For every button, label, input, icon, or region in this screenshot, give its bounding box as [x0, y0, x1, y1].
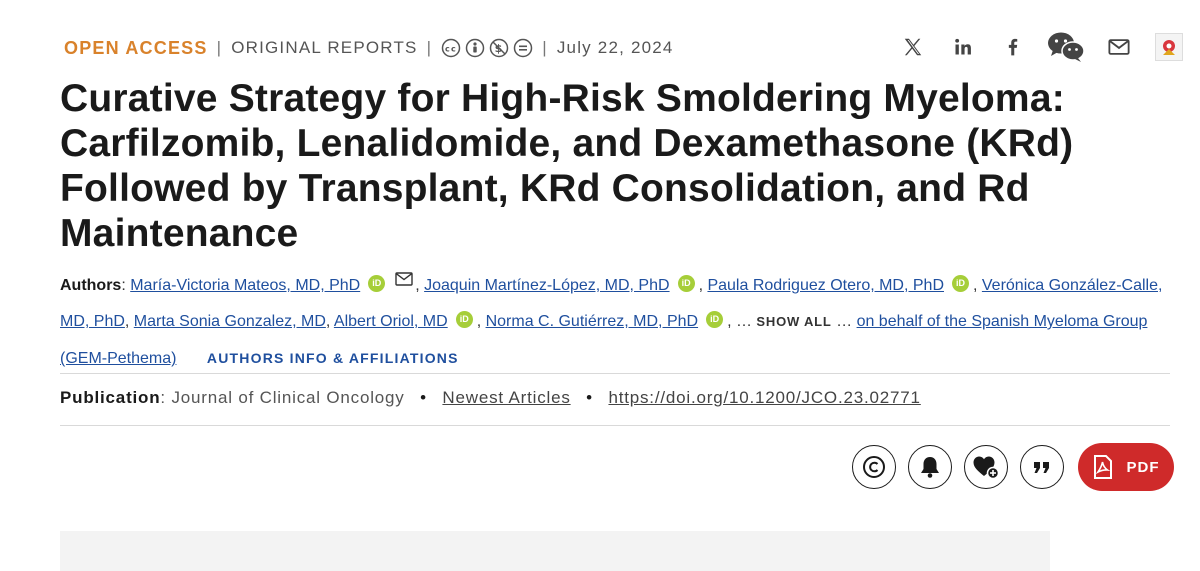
permissions-button[interactable] [852, 445, 896, 489]
meta-separator: | [426, 38, 433, 57]
pdf-label: PDF [1126, 458, 1160, 476]
mendeley-icon[interactable] [1152, 30, 1186, 64]
author-sep: , [727, 313, 736, 330]
authors-block: Authors: María-Victoria Mateos, MD, PhD i… [60, 268, 1168, 377]
quote-icon [1034, 462, 1049, 473]
authors-label: Authors [60, 277, 122, 294]
doi-link[interactable]: https://doi.org/10.1200/JCO.23.02771 [608, 388, 920, 407]
email-icon[interactable] [1102, 30, 1136, 64]
bullet: • [420, 388, 427, 407]
publication-line: Publication: Journal of Clinical Oncolog… [60, 388, 921, 408]
author-sep: , [325, 313, 334, 330]
share-bar [896, 30, 1186, 64]
orcid-icon[interactable]: iD [368, 274, 386, 292]
author-sep: , [415, 277, 425, 294]
publish-date: July 22, 2024 [556, 38, 674, 57]
pdf-file-icon [1093, 455, 1112, 479]
author-link[interactable]: Albert Oriol, MD [334, 313, 448, 330]
cc-nd-icon [513, 38, 533, 58]
author-link[interactable]: María-Victoria Mateos, MD, PhD [130, 277, 360, 294]
heart-plus-icon [973, 456, 1000, 480]
pdf-button[interactable]: PDF [1078, 443, 1174, 491]
orcid-icon[interactable]: iD [706, 310, 724, 328]
author-link[interactable]: Paula Rodriguez Otero, MD, PhD [707, 277, 944, 294]
article-meta: OPEN ACCESS | ORIGINAL REPORTS | cc $ | … [64, 36, 674, 60]
email-icon[interactable] [395, 272, 413, 286]
author-sep: , [973, 277, 982, 294]
orcid-icon[interactable]: iD [952, 274, 969, 292]
author-sep: , [476, 313, 486, 330]
authors-info-button[interactable]: AUTHORS INFO & AFFILIATIONS [207, 350, 459, 366]
cite-button[interactable] [1020, 445, 1064, 489]
author-link[interactable]: Joaquin Martínez-López, MD, PhD [424, 277, 669, 294]
x-icon[interactable] [896, 30, 930, 64]
publication-label: Publication [60, 388, 161, 407]
facebook-icon[interactable] [996, 30, 1030, 64]
show-all-button[interactable]: SHOW ALL [756, 314, 831, 329]
label-colon: : [121, 277, 131, 294]
journal-name: Journal of Clinical Oncology [171, 388, 405, 407]
section-link[interactable]: Newest Articles [442, 388, 570, 407]
label-colon: : [160, 388, 172, 407]
bullet: • [586, 388, 593, 407]
open-access-label: OPEN ACCESS [64, 37, 208, 58]
orcid-icon[interactable]: iD [455, 310, 473, 328]
article-tools: PDF [852, 443, 1174, 491]
cc-icon: cc [441, 38, 461, 58]
author-sep: , [124, 313, 134, 330]
content-panel [60, 531, 1050, 571]
orcid-icon[interactable]: iD [677, 274, 695, 292]
author-link[interactable]: Norma C. Gutiérrez, MD, PhD [486, 313, 698, 330]
divider [60, 373, 1170, 374]
wechat-icon[interactable] [1046, 30, 1086, 64]
meta-separator: | [216, 38, 223, 57]
license-icons[interactable]: cc $ [441, 38, 533, 58]
linkedin-icon[interactable] [946, 30, 980, 64]
article-type: ORIGINAL REPORTS [231, 38, 418, 57]
article-title: Curative Strategy for High-Risk Smolderi… [60, 77, 1074, 255]
alert-button[interactable] [908, 445, 952, 489]
copyright-icon [863, 456, 885, 478]
cc-by-icon [465, 38, 485, 58]
divider [60, 425, 1170, 426]
favorite-button[interactable] [964, 445, 1008, 489]
svg-text:cc: cc [445, 45, 457, 54]
ellipsis: … [735, 313, 752, 330]
cc-nc-icon: $ [489, 38, 509, 58]
author-link[interactable]: Marta Sonia Gonzalez, MD [134, 313, 326, 330]
meta-separator: | [542, 38, 548, 57]
bell-icon [921, 457, 939, 478]
ellipsis: … [836, 313, 853, 330]
